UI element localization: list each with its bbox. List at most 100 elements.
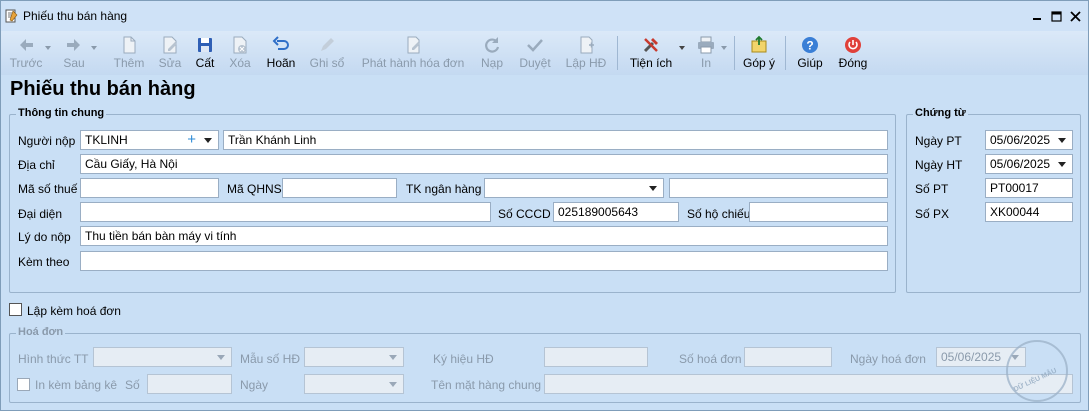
form-content: Phiếu thu bán hàng Thông tin chung Người… [0, 75, 1089, 411]
list-number-field[interactable] [147, 374, 232, 394]
issue-invoice-button[interactable]: Phát hành hóa đơn [359, 32, 467, 74]
close-form-button[interactable]: Đóng [834, 32, 872, 74]
payer-code-combo[interactable]: TKLINH + [80, 130, 219, 150]
voucher-legend: Chứng từ [913, 107, 968, 119]
minimize-button[interactable] [1028, 7, 1046, 25]
goods-name-label: Tên mặt hàng chung [431, 378, 542, 392]
chevron-down-icon[interactable] [1058, 162, 1066, 167]
chevron-down-icon[interactable] [389, 382, 397, 387]
help-icon: ? [802, 37, 818, 53]
print-list-label: In kèm bảng kê [35, 378, 118, 392]
postpone-button[interactable]: Hoãn [264, 32, 298, 74]
px-number-field[interactable]: XK00044 [985, 202, 1073, 222]
payer-code-value: TKLINH [85, 133, 128, 147]
toolbar-separator [785, 36, 786, 70]
chevron-down-icon[interactable] [217, 355, 225, 360]
refresh-icon [485, 37, 500, 53]
minimize-icon [1033, 18, 1041, 20]
save-button[interactable]: Cất [190, 32, 220, 74]
list-number-label: Số [125, 378, 140, 392]
next-button[interactable]: Sau [59, 32, 89, 74]
edit-button[interactable]: Sửa [155, 32, 185, 74]
ht-date-picker[interactable]: 05/06/2025 [985, 154, 1073, 174]
utilities-button[interactable]: Tiện ích [628, 32, 674, 74]
delete-button[interactable]: Xóa [225, 32, 255, 74]
representative-label: Đại diện [18, 207, 63, 221]
passport-field[interactable] [749, 202, 888, 222]
add-document-icon [123, 36, 136, 54]
printer-icon [698, 36, 714, 54]
feedback-button[interactable]: Góp ý [741, 32, 777, 74]
bank-account-label: TK ngân hàng [406, 182, 482, 196]
qhns-label: Mã QHNS [227, 182, 282, 196]
print-list-checkbox[interactable] [17, 378, 30, 391]
payer-label: Người nộp [18, 134, 76, 148]
arrow-left-icon [20, 39, 33, 51]
page-title: Phiếu thu bán hàng [10, 78, 196, 100]
tax-code-label: Mã số thuế [18, 182, 78, 196]
representative-field[interactable] [80, 202, 491, 222]
toolbar: Trước Sau Thêm Sửa Cất Xóa Hoãn Ghi sổ P… [0, 31, 1089, 75]
previous-button[interactable]: Trước [8, 32, 44, 74]
pt-number-field[interactable]: PT00017 [985, 178, 1073, 198]
edit-document-icon [163, 36, 177, 54]
chevron-down-icon[interactable] [649, 186, 657, 191]
print-dropdown[interactable] [720, 32, 728, 74]
maximize-button[interactable] [1047, 7, 1065, 25]
payer-name-field[interactable]: Trần Khánh Linh [223, 130, 888, 150]
pencil-icon [321, 38, 334, 51]
bank-name-field[interactable] [669, 178, 888, 198]
chevron-down-icon[interactable] [1058, 138, 1066, 143]
attachment-label: Kèm theo [18, 255, 70, 269]
next-dropdown[interactable] [90, 32, 98, 74]
invoice-number-field[interactable] [744, 347, 832, 367]
px-number-label: Số PX [915, 207, 950, 221]
invoice-legend: Hoá đơn [16, 326, 66, 338]
general-info-legend: Thông tin chung [16, 107, 107, 119]
reload-button[interactable]: Nạp [477, 32, 507, 74]
tax-code-field[interactable] [80, 178, 219, 198]
close-button[interactable] [1066, 7, 1084, 25]
previous-dropdown[interactable] [44, 32, 52, 74]
qhns-field[interactable] [282, 178, 397, 198]
power-icon [845, 37, 861, 53]
close-icon [1069, 10, 1081, 22]
window-title: Phiếu thu bán hàng [23, 9, 128, 23]
reason-field[interactable]: Thu tiền bán bàn máy vi tính [80, 226, 888, 246]
invoice-template-combo[interactable] [304, 347, 404, 367]
address-field[interactable]: Cầu Giấy, Hà Nội [80, 154, 888, 174]
maximize-icon [1050, 10, 1062, 22]
attachment-field[interactable] [80, 251, 888, 271]
help-button[interactable]: ? Giúp [793, 32, 827, 74]
print-button[interactable]: In [694, 32, 718, 74]
pt-date-label: Ngày PT [915, 134, 962, 148]
bank-account-combo[interactable] [484, 178, 664, 198]
address-label: Địa chỉ [18, 158, 55, 172]
create-invoice-button[interactable]: Lập HĐ [564, 32, 608, 74]
feedback-icon [751, 35, 767, 53]
sample-data-stamp: DỮ LIỆU MẪU [1006, 340, 1068, 402]
add-button[interactable]: Thêm [111, 32, 147, 74]
toolbar-separator [734, 36, 735, 70]
list-date-combo[interactable] [304, 374, 404, 394]
add-payer-icon[interactable]: + [187, 131, 196, 148]
attach-invoice-checkbox[interactable] [9, 303, 22, 316]
utilities-dropdown[interactable] [678, 32, 686, 74]
post-button[interactable]: Ghi sổ [307, 32, 347, 74]
issue-invoice-icon [407, 36, 420, 54]
list-date-label: Ngày [240, 378, 269, 392]
window-titlebar: Phiếu thu bán hàng [0, 0, 1089, 31]
delete-document-icon [233, 36, 247, 54]
ht-date-label: Ngày HT [915, 158, 963, 172]
chevron-down-icon[interactable] [204, 138, 212, 143]
pt-date-picker[interactable]: 05/06/2025 [985, 130, 1073, 150]
approve-button[interactable]: Duyệt [516, 32, 554, 74]
goods-name-field[interactable] [544, 374, 1073, 394]
invoice-symbol-field[interactable] [544, 347, 648, 367]
checkmark-icon [527, 39, 543, 52]
cccd-field[interactable]: 025189005643 [553, 202, 679, 222]
payment-form-combo[interactable] [93, 347, 232, 367]
undo-icon [272, 36, 289, 50]
chevron-down-icon[interactable] [389, 355, 397, 360]
pt-number-label: Số PT [915, 182, 949, 196]
